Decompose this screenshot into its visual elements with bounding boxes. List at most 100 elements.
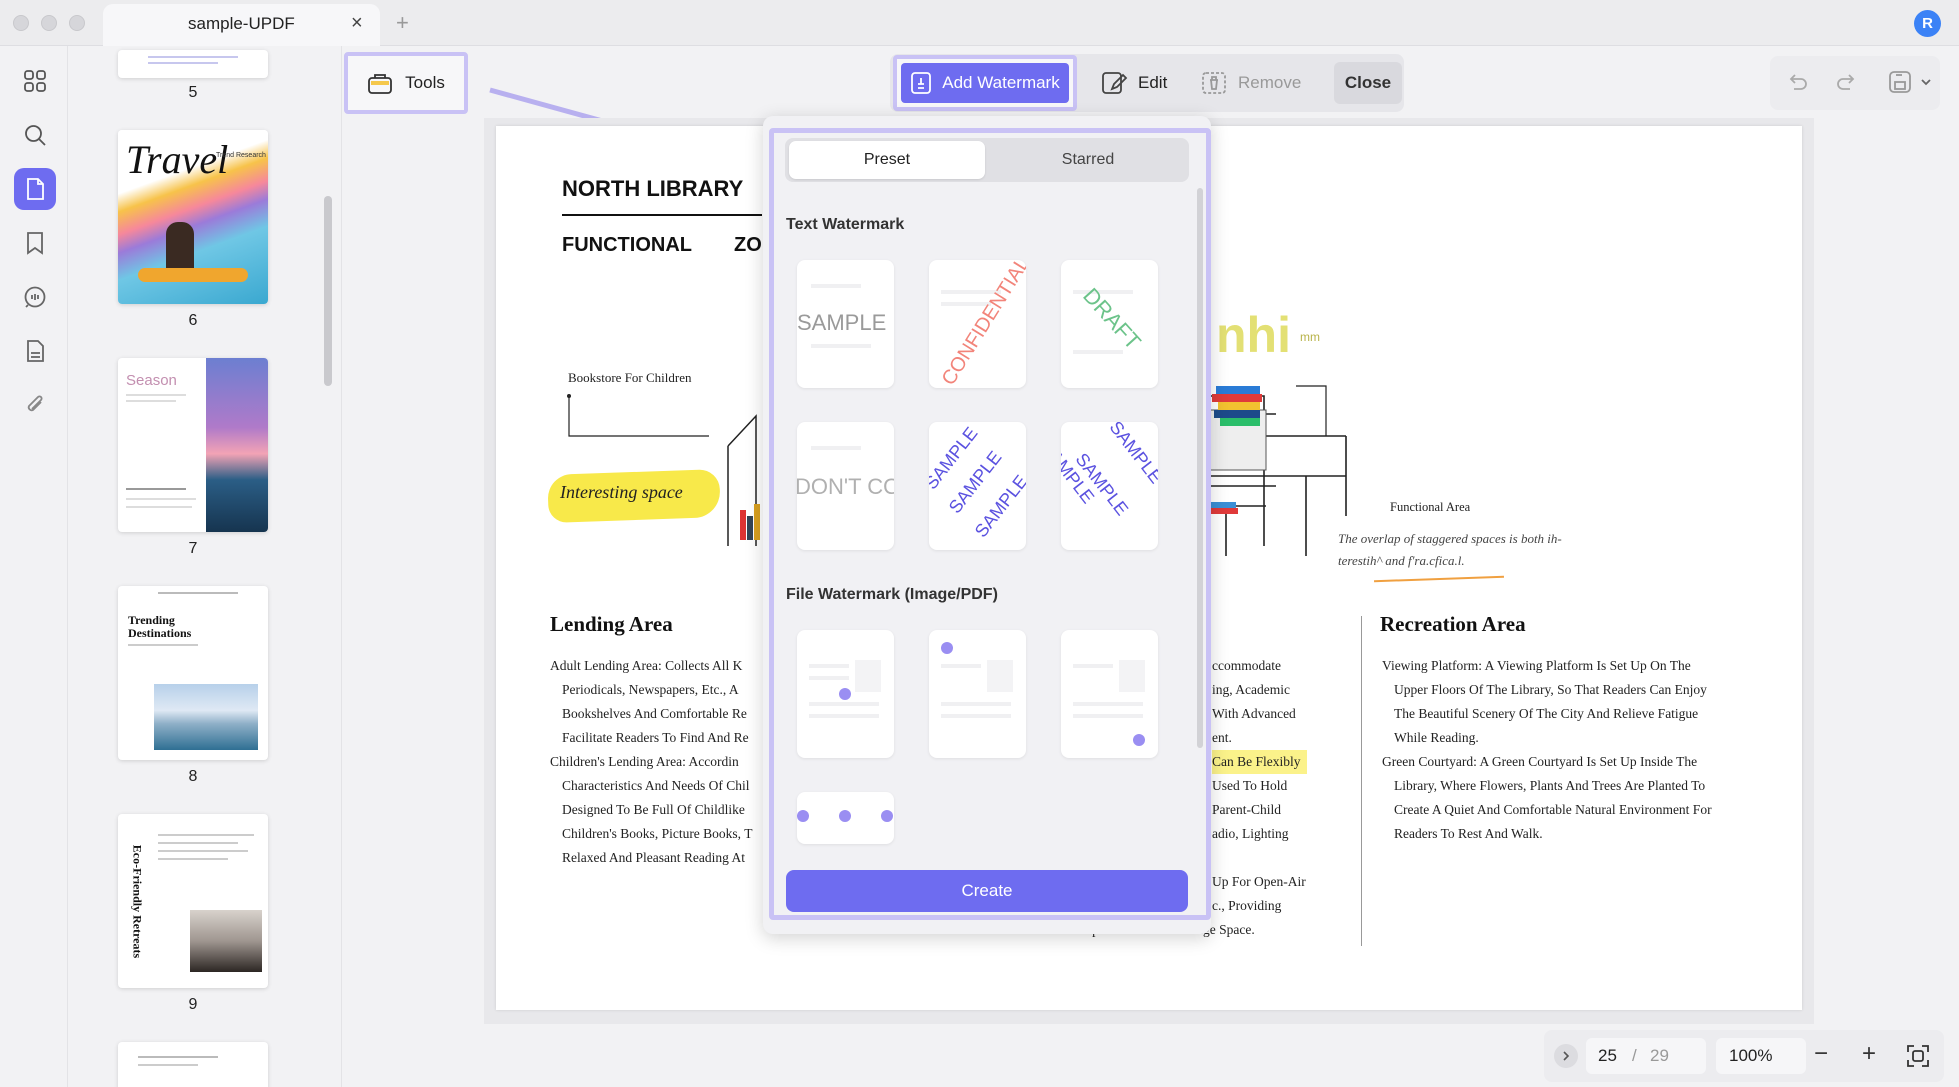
new-tab-icon[interactable]: + [396,10,409,36]
bookmark-icon[interactable] [14,222,56,264]
attachment-icon[interactable] [14,384,56,426]
text-line: c., Providing [1212,898,1282,913]
leader-line-icon [567,394,709,437]
file-watermark-bottom-right[interactable] [1061,630,1158,758]
thumbnail-page-7[interactable]: Season [118,358,268,532]
watermark-preset-dont-copy[interactable]: DON'T COPY [797,422,894,550]
comment-icon[interactable] [14,276,56,318]
thumbnail-number: 5 [188,84,198,101]
thumbnail-number: 7 [188,540,198,557]
functional-area-label: Functional Area [1390,500,1471,514]
add-watermark-label: Add Watermark [942,73,1060,92]
window-minimize-dot[interactable] [41,15,57,31]
thumbnail-page-9[interactable]: Eco-Friendly Retreats [118,814,268,988]
thumbnail-page-10[interactable] [118,1042,268,1087]
thumbnail-title: Trending Destinations [128,613,192,640]
add-watermark-button[interactable]: Add Watermark [893,55,1077,111]
tools-button[interactable]: Tools [344,52,468,114]
edit-watermark-button[interactable]: Edit [1100,62,1167,104]
list-item: Viewing Platform: A Viewing Platform Is … [1382,658,1707,745]
preset-text: DON'T COPY [797,474,894,499]
partial-logo-small: mm [1300,330,1320,344]
thumbnails-grid-icon[interactable] [14,60,56,102]
chevron-down-icon[interactable] [1920,76,1932,88]
text-watermark-heading: Text Watermark [786,216,905,233]
stamp-dot-icon [839,810,851,822]
column-divider [1361,616,1362,946]
tab-title: sample-UPDF [188,14,295,33]
avatar[interactable]: R [1914,10,1941,37]
history-toolbar [1770,56,1940,110]
edit-icon [1102,72,1128,94]
redo-icon[interactable] [1836,71,1858,93]
tab-close-icon[interactable]: × [351,12,363,35]
thumbnail-title: Eco-Friendly Retreats [130,844,145,959]
undo-icon[interactable] [1786,71,1808,93]
remove-watermark-button[interactable]: Remove [1200,62,1301,104]
text-spacer [1212,846,1412,870]
thumbnail-page-8[interactable]: Trending Destinations [118,586,268,760]
total-pages: 29 [1650,1046,1669,1065]
tab-preset[interactable]: Preset [789,141,985,179]
zoom-out-icon[interactable]: − [1814,1040,1828,1068]
forms-icon[interactable] [14,330,56,372]
highlighted-text-line: Can Be Flexibly [1212,750,1307,774]
zoom-in-icon[interactable]: + [1862,1040,1876,1068]
file-watermark-tiled[interactable] [797,792,894,844]
stamp-dot-icon [941,642,953,654]
list-item: Green Courtyard: A Green Courtyard Is Se… [1382,754,1712,841]
file-watermark-top-left[interactable] [929,630,1026,758]
thumbnail-subtitle: Trend Research [216,152,266,159]
text-line: Up For Open-Air [1212,874,1306,889]
fit-page-icon[interactable] [1906,1044,1930,1068]
shelf-illustration-left [727,414,760,546]
edit-label: Edit [1138,73,1168,92]
recreation-area-title: Recreation Area [1380,612,1526,636]
thumbnail-title: Season [126,372,177,389]
window-zoom-dot[interactable] [69,15,85,31]
remove-icon [1202,72,1226,94]
zoom-level: 100% [1729,1046,1773,1065]
toolbox-icon [368,74,393,94]
watermark-preset-sample-tiled-2[interactable]: SAMPLE SAMPLE SAMPLE [1061,422,1158,550]
remove-label: Remove [1238,73,1302,92]
preset-text: SAMPLE [797,310,887,335]
preset-text: SAMPLE [1105,422,1158,488]
stamp-dot-icon [881,810,893,822]
current-page-input[interactable]: 25 [1598,1046,1617,1066]
watermark-icon [911,72,932,94]
document-tab[interactable]: sample-UPDF × [103,4,380,46]
overlap-annotation: The overlap of staggered spaces is both … [1338,531,1562,568]
annotation-underline [1374,575,1504,583]
interesting-space-label: Interesting space [560,482,683,502]
chevron-right-icon[interactable] [1554,1044,1578,1068]
page-navigation: 25 / 29 100% − + [1544,1030,1944,1082]
thumbnail-number: 6 [188,312,198,329]
pages-icon[interactable] [14,168,56,210]
page-heading: NORTH LIBRARY [562,176,744,201]
section-heading: FUNCTIONAL [562,234,692,256]
preset-text: CONFIDENTIAL [937,260,1026,388]
page-separator: / [1632,1046,1637,1065]
thumbnail-page-5[interactable] [118,50,268,78]
lending-area-list: Adult Lending Area: Collects All K Perio… [550,654,770,870]
thumbnail-panel: 5 Travel Trend Research 6 Season 7 Trend… [68,46,342,1087]
thumbnail-scrollbar[interactable] [324,196,332,386]
bookstore-label: Bookstore For Children [568,370,692,385]
watermark-preset-draft[interactable]: DRAFT [1061,260,1158,388]
watermark-preset-confidential[interactable]: CONFIDENTIAL [929,260,1026,388]
watermark-preset-sample-tiled[interactable]: SAMPLE SAMPLE SAMPLE [929,422,1026,550]
list-item: Adult Lending Area: Collects All K Perio… [550,658,749,745]
heading-rule [562,214,762,216]
file-watermark-center[interactable] [797,630,894,758]
save-icon[interactable] [1888,70,1912,94]
thumbnail-page-6[interactable]: Travel Trend Research [118,130,268,304]
search-icon[interactable] [14,114,56,156]
create-button[interactable]: Create [786,870,1188,912]
watermark-preset-sample[interactable]: SAMPLE [797,260,894,388]
popover-scrollbar[interactable] [1197,188,1203,748]
close-watermark-button[interactable]: Close [1334,62,1402,104]
window-close-dot[interactable] [13,15,29,31]
stamp-dot-icon [797,810,809,822]
tab-starred[interactable]: Starred [990,141,1186,179]
